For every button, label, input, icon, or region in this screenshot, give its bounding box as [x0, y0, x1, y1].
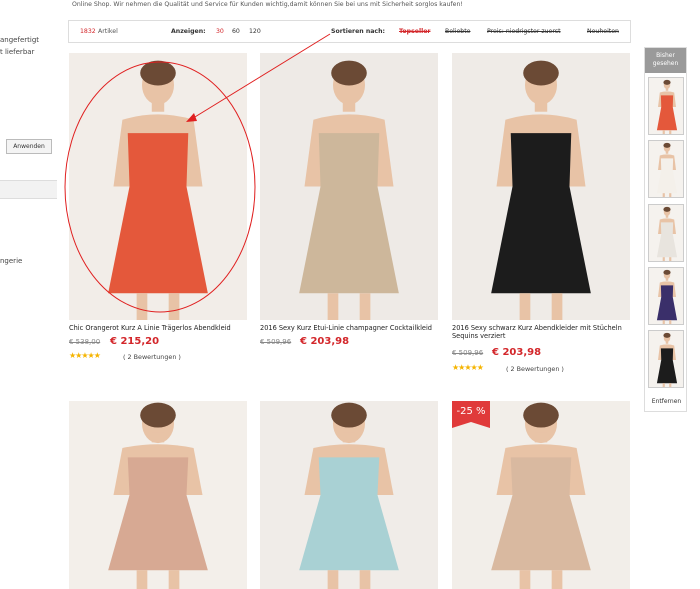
recent-thumbnail[interactable]	[648, 267, 684, 325]
product-image[interactable]	[69, 53, 247, 320]
product-name[interactable]: Chic Orangerot Kurz A Linie Trägerlos Ab…	[69, 324, 249, 332]
filter-option[interactable]: t lieferbar	[0, 48, 34, 56]
sort-topseller[interactable]: Topseller	[399, 28, 430, 35]
filter-sidebar: angefertigt t lieferbar Anwenden ngerie	[0, 0, 57, 589]
review-count[interactable]: ( 2 Bewertungen )	[123, 353, 181, 361]
old-price: € 509,96	[452, 349, 484, 357]
sort-newest[interactable]: Neuheiten	[587, 28, 619, 35]
sort-price-asc[interactable]: Preis: niedrigster zuerst	[487, 28, 561, 35]
filter-section-bar	[0, 180, 57, 199]
recently-viewed-title: Bisher gesehen	[645, 48, 686, 73]
rating-stars: ★★★★★	[69, 351, 101, 360]
show-label: Anzeigen:	[171, 28, 206, 35]
sort-label: Sortieren nach:	[331, 28, 385, 35]
product-image[interactable]	[260, 401, 438, 589]
page-size-120[interactable]: 120	[249, 28, 261, 35]
apply-button[interactable]: Anwenden	[6, 139, 52, 154]
product-name[interactable]: 2016 Sexy Kurz Etui-Linie champagner Coc…	[260, 324, 442, 332]
product-image[interactable]	[452, 53, 630, 320]
recent-thumbnail[interactable]	[648, 204, 684, 262]
old-price: € 538,00	[69, 338, 101, 346]
product-toolbar: 1832 Artikel Anzeigen: 30 60 120 Sortier…	[68, 20, 631, 43]
discount-badge: -25 %	[452, 401, 490, 428]
product-image[interactable]	[69, 401, 247, 589]
recently-viewed-panel: Bisher gesehen Entfernen	[644, 47, 687, 412]
product-image[interactable]	[452, 401, 630, 589]
filter-option[interactable]: ngerie	[0, 257, 22, 265]
article-count: 1832	[80, 28, 96, 35]
review-count[interactable]: ( 2 Bewertungen )	[506, 365, 564, 373]
page-size-30[interactable]: 30	[216, 28, 224, 35]
rating-stars: ★★★★★	[452, 363, 484, 372]
product-name[interactable]: 2016 Sexy schwarz Kurz Abendkleider mit …	[452, 324, 632, 340]
old-price: € 509,96	[260, 338, 292, 346]
sale-price: € 203,98	[300, 336, 350, 347]
recent-thumbnail[interactable]	[648, 77, 684, 135]
remove-link[interactable]: Entfernen	[645, 398, 688, 405]
page-size-60[interactable]: 60	[232, 28, 240, 35]
article-count-label: Artikel	[98, 28, 118, 35]
sale-price: € 203,98	[492, 347, 542, 358]
product-image[interactable]	[260, 53, 438, 320]
recent-thumbnail[interactable]	[648, 330, 684, 388]
sale-price: € 215,20	[110, 336, 160, 347]
shop-intro-text: Online Shop. Wir nehmen die Qualität und…	[72, 1, 463, 8]
filter-option[interactable]: angefertigt	[0, 36, 39, 44]
sort-beliebte[interactable]: Beliebte	[445, 28, 470, 35]
recent-thumbnail[interactable]	[648, 140, 684, 198]
